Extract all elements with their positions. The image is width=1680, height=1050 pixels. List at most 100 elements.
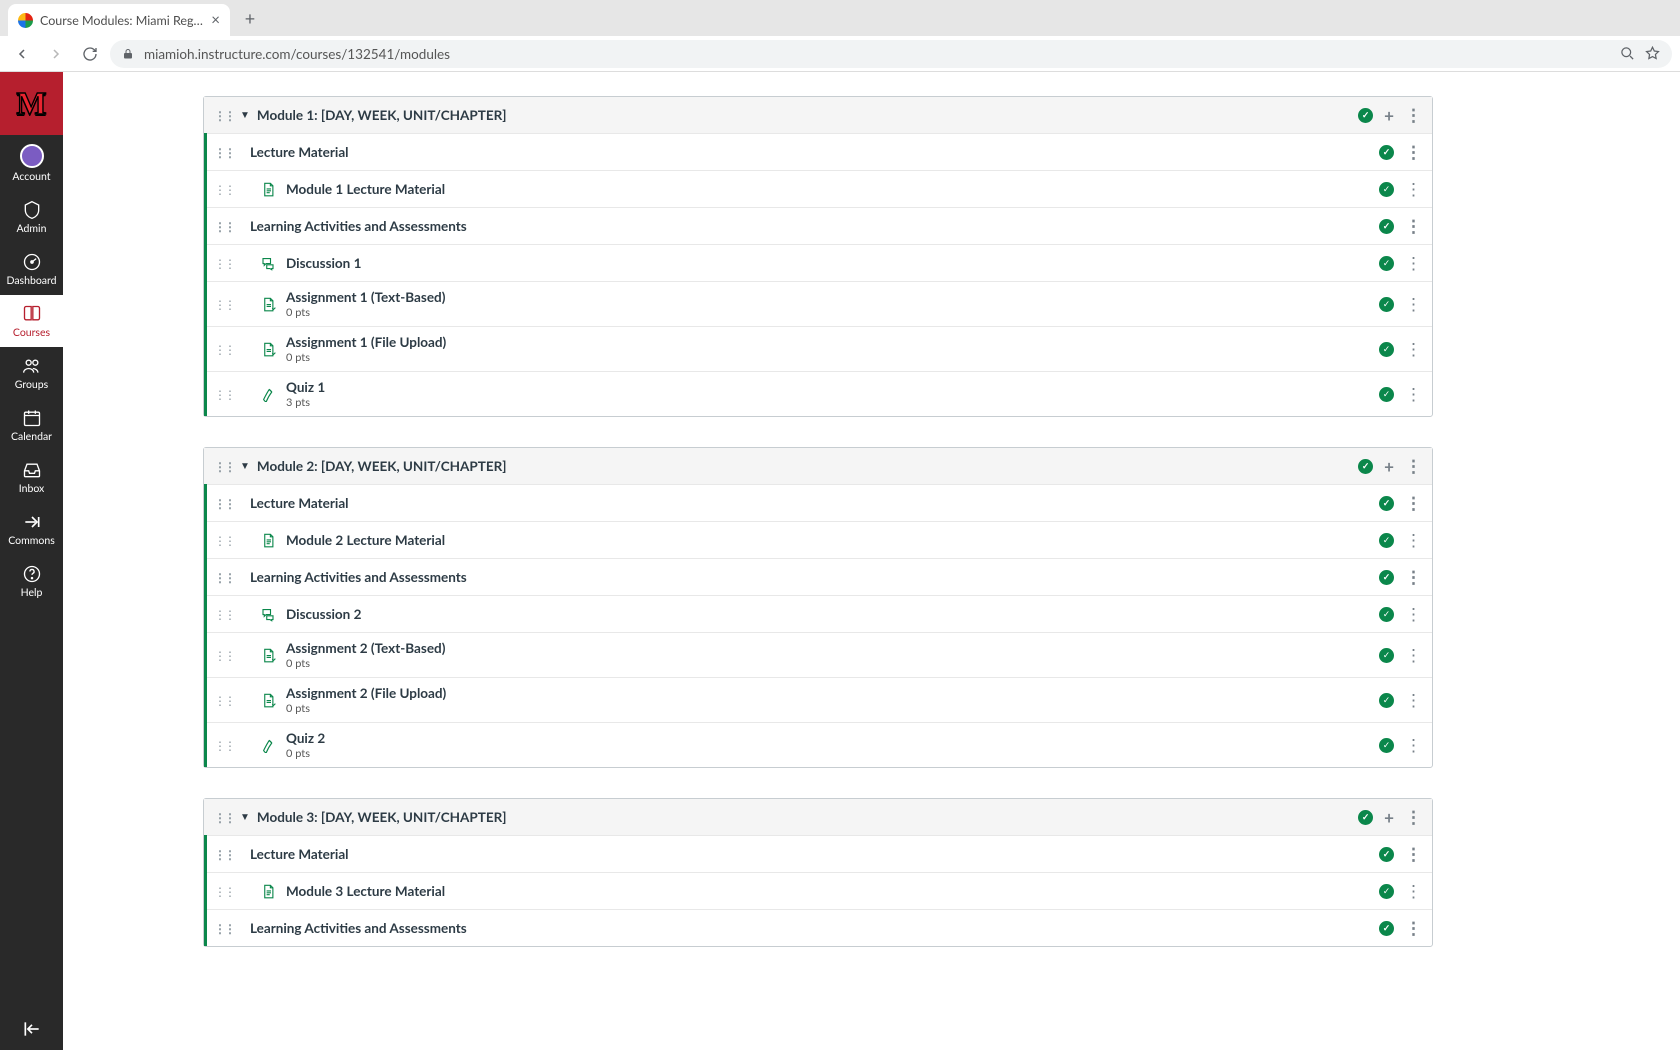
item-menu-icon[interactable]: ⋮ bbox=[1405, 644, 1422, 666]
module-title[interactable]: Module 2: [DAY, WEEK, UNIT/CHAPTER] bbox=[257, 458, 507, 474]
item-menu-icon[interactable]: ⋮ bbox=[1405, 293, 1422, 315]
published-check-icon[interactable]: ✓ bbox=[1379, 884, 1394, 899]
browser-tab[interactable]: Course Modules: Miami Region… × bbox=[8, 4, 230, 36]
item-menu-icon[interactable]: ⋮ bbox=[1405, 529, 1422, 551]
item-title[interactable]: Quiz 1 bbox=[286, 379, 325, 395]
published-check-icon[interactable]: ✓ bbox=[1379, 921, 1394, 936]
drag-handle-icon[interactable]: ⋮⋮ bbox=[214, 847, 234, 862]
item-menu-icon[interactable]: ⋮ bbox=[1405, 689, 1422, 711]
item-title[interactable]: Discussion 2 bbox=[286, 606, 361, 622]
published-check-icon[interactable]: ✓ bbox=[1358, 108, 1373, 123]
drag-handle-icon[interactable]: ⋮⋮ bbox=[214, 533, 234, 548]
published-check-icon[interactable]: ✓ bbox=[1379, 256, 1394, 271]
drag-handle-icon[interactable]: ⋮⋮ bbox=[214, 496, 234, 511]
drag-handle-icon[interactable]: ⋮⋮ bbox=[214, 884, 234, 899]
published-check-icon[interactable]: ✓ bbox=[1379, 533, 1394, 548]
item-menu-icon[interactable]: ⋮ bbox=[1405, 566, 1422, 588]
published-check-icon[interactable]: ✓ bbox=[1358, 810, 1373, 825]
collapse-caret-icon[interactable]: ▼ bbox=[240, 811, 250, 823]
item-menu-icon[interactable]: ⋮ bbox=[1405, 843, 1422, 865]
close-tab-icon[interactable]: × bbox=[211, 11, 220, 29]
drag-handle-icon[interactable]: ⋮⋮ bbox=[214, 810, 234, 825]
new-tab-button[interactable]: + bbox=[236, 4, 264, 32]
published-check-icon[interactable]: ✓ bbox=[1379, 145, 1394, 160]
published-check-icon[interactable]: ✓ bbox=[1379, 693, 1394, 708]
item-title[interactable]: Assignment 1 (File Upload) bbox=[286, 334, 446, 350]
item-title[interactable]: Assignment 1 (Text-Based) bbox=[286, 289, 445, 305]
item-title[interactable]: Quiz 2 bbox=[286, 730, 325, 746]
nav-admin[interactable]: Admin bbox=[0, 191, 63, 243]
item-title[interactable]: Module 1 Lecture Material bbox=[286, 181, 445, 197]
nav-groups[interactable]: Groups bbox=[0, 347, 63, 399]
item-menu-icon[interactable]: ⋮ bbox=[1405, 917, 1422, 939]
published-check-icon[interactable]: ✓ bbox=[1379, 387, 1394, 402]
drag-handle-icon[interactable]: ⋮⋮ bbox=[214, 387, 234, 402]
published-check-icon[interactable]: ✓ bbox=[1379, 182, 1394, 197]
item-menu-icon[interactable]: ⋮ bbox=[1405, 880, 1422, 902]
collapse-caret-icon[interactable]: ▼ bbox=[240, 460, 250, 472]
published-check-icon[interactable]: ✓ bbox=[1379, 496, 1394, 511]
item-title[interactable]: Assignment 2 (Text-Based) bbox=[286, 640, 445, 656]
nav-calendar[interactable]: Calendar bbox=[0, 399, 63, 451]
drag-handle-icon[interactable]: ⋮⋮ bbox=[214, 145, 234, 160]
item-menu-icon[interactable]: ⋮ bbox=[1405, 178, 1422, 200]
item-title[interactable]: Learning Activities and Assessments bbox=[250, 218, 467, 234]
zoom-icon[interactable] bbox=[1620, 46, 1635, 61]
item-menu-icon[interactable]: ⋮ bbox=[1405, 492, 1422, 514]
published-check-icon[interactable]: ✓ bbox=[1379, 738, 1394, 753]
module-title[interactable]: Module 1: [DAY, WEEK, UNIT/CHAPTER] bbox=[257, 107, 507, 123]
forward-button[interactable] bbox=[42, 40, 70, 68]
published-check-icon[interactable]: ✓ bbox=[1379, 219, 1394, 234]
drag-handle-icon[interactable]: ⋮⋮ bbox=[214, 693, 234, 708]
item-title[interactable]: Discussion 1 bbox=[286, 255, 361, 271]
nav-dashboard[interactable]: Dashboard bbox=[0, 243, 63, 295]
add-item-button[interactable]: + bbox=[1384, 105, 1394, 126]
drag-handle-icon[interactable]: ⋮⋮ bbox=[214, 738, 234, 753]
nav-account[interactable]: Account bbox=[0, 135, 63, 191]
item-menu-icon[interactable]: ⋮ bbox=[1405, 383, 1422, 405]
institution-logo[interactable]: M bbox=[0, 72, 63, 135]
module-menu-icon[interactable]: ⋮ bbox=[1405, 806, 1422, 828]
item-title[interactable]: Learning Activities and Assessments bbox=[250, 569, 467, 585]
item-title[interactable]: Assignment 2 (File Upload) bbox=[286, 685, 446, 701]
item-title[interactable]: Module 2 Lecture Material bbox=[286, 532, 445, 548]
drag-handle-icon[interactable]: ⋮⋮ bbox=[214, 648, 234, 663]
published-check-icon[interactable]: ✓ bbox=[1379, 570, 1394, 585]
nav-help[interactable]: Help bbox=[0, 555, 63, 607]
address-bar[interactable]: miamioh.instructure.com/courses/132541/m… bbox=[110, 40, 1672, 68]
module-menu-icon[interactable]: ⋮ bbox=[1405, 455, 1422, 477]
drag-handle-icon[interactable]: ⋮⋮ bbox=[214, 256, 234, 271]
item-menu-icon[interactable]: ⋮ bbox=[1405, 215, 1422, 237]
item-menu-icon[interactable]: ⋮ bbox=[1405, 141, 1422, 163]
drag-handle-icon[interactable]: ⋮⋮ bbox=[214, 921, 234, 936]
drag-handle-icon[interactable]: ⋮⋮ bbox=[214, 342, 234, 357]
item-title[interactable]: Lecture Material bbox=[250, 144, 349, 160]
bookmark-star-icon[interactable] bbox=[1645, 46, 1660, 61]
collapse-caret-icon[interactable]: ▼ bbox=[240, 109, 250, 121]
item-menu-icon[interactable]: ⋮ bbox=[1405, 338, 1422, 360]
drag-handle-icon[interactable]: ⋮⋮ bbox=[214, 607, 234, 622]
module-menu-icon[interactable]: ⋮ bbox=[1405, 104, 1422, 126]
reload-button[interactable] bbox=[76, 40, 104, 68]
item-title[interactable]: Lecture Material bbox=[250, 495, 349, 511]
item-title[interactable]: Module 3 Lecture Material bbox=[286, 883, 445, 899]
published-check-icon[interactable]: ✓ bbox=[1379, 847, 1394, 862]
module-title[interactable]: Module 3: [DAY, WEEK, UNIT/CHAPTER] bbox=[257, 809, 507, 825]
item-menu-icon[interactable]: ⋮ bbox=[1405, 252, 1422, 274]
nav-courses[interactable]: Courses bbox=[0, 295, 63, 347]
add-item-button[interactable]: + bbox=[1384, 456, 1394, 477]
published-check-icon[interactable]: ✓ bbox=[1379, 607, 1394, 622]
add-item-button[interactable]: + bbox=[1384, 807, 1394, 828]
item-menu-icon[interactable]: ⋮ bbox=[1405, 603, 1422, 625]
published-check-icon[interactable]: ✓ bbox=[1358, 459, 1373, 474]
drag-handle-icon[interactable]: ⋮⋮ bbox=[214, 108, 234, 123]
item-title[interactable]: Lecture Material bbox=[250, 846, 349, 862]
published-check-icon[interactable]: ✓ bbox=[1379, 342, 1394, 357]
item-menu-icon[interactable]: ⋮ bbox=[1405, 734, 1422, 756]
drag-handle-icon[interactable]: ⋮⋮ bbox=[214, 459, 234, 474]
published-check-icon[interactable]: ✓ bbox=[1379, 297, 1394, 312]
drag-handle-icon[interactable]: ⋮⋮ bbox=[214, 182, 234, 197]
nav-inbox[interactable]: Inbox bbox=[0, 451, 63, 503]
drag-handle-icon[interactable]: ⋮⋮ bbox=[214, 219, 234, 234]
published-check-icon[interactable]: ✓ bbox=[1379, 648, 1394, 663]
